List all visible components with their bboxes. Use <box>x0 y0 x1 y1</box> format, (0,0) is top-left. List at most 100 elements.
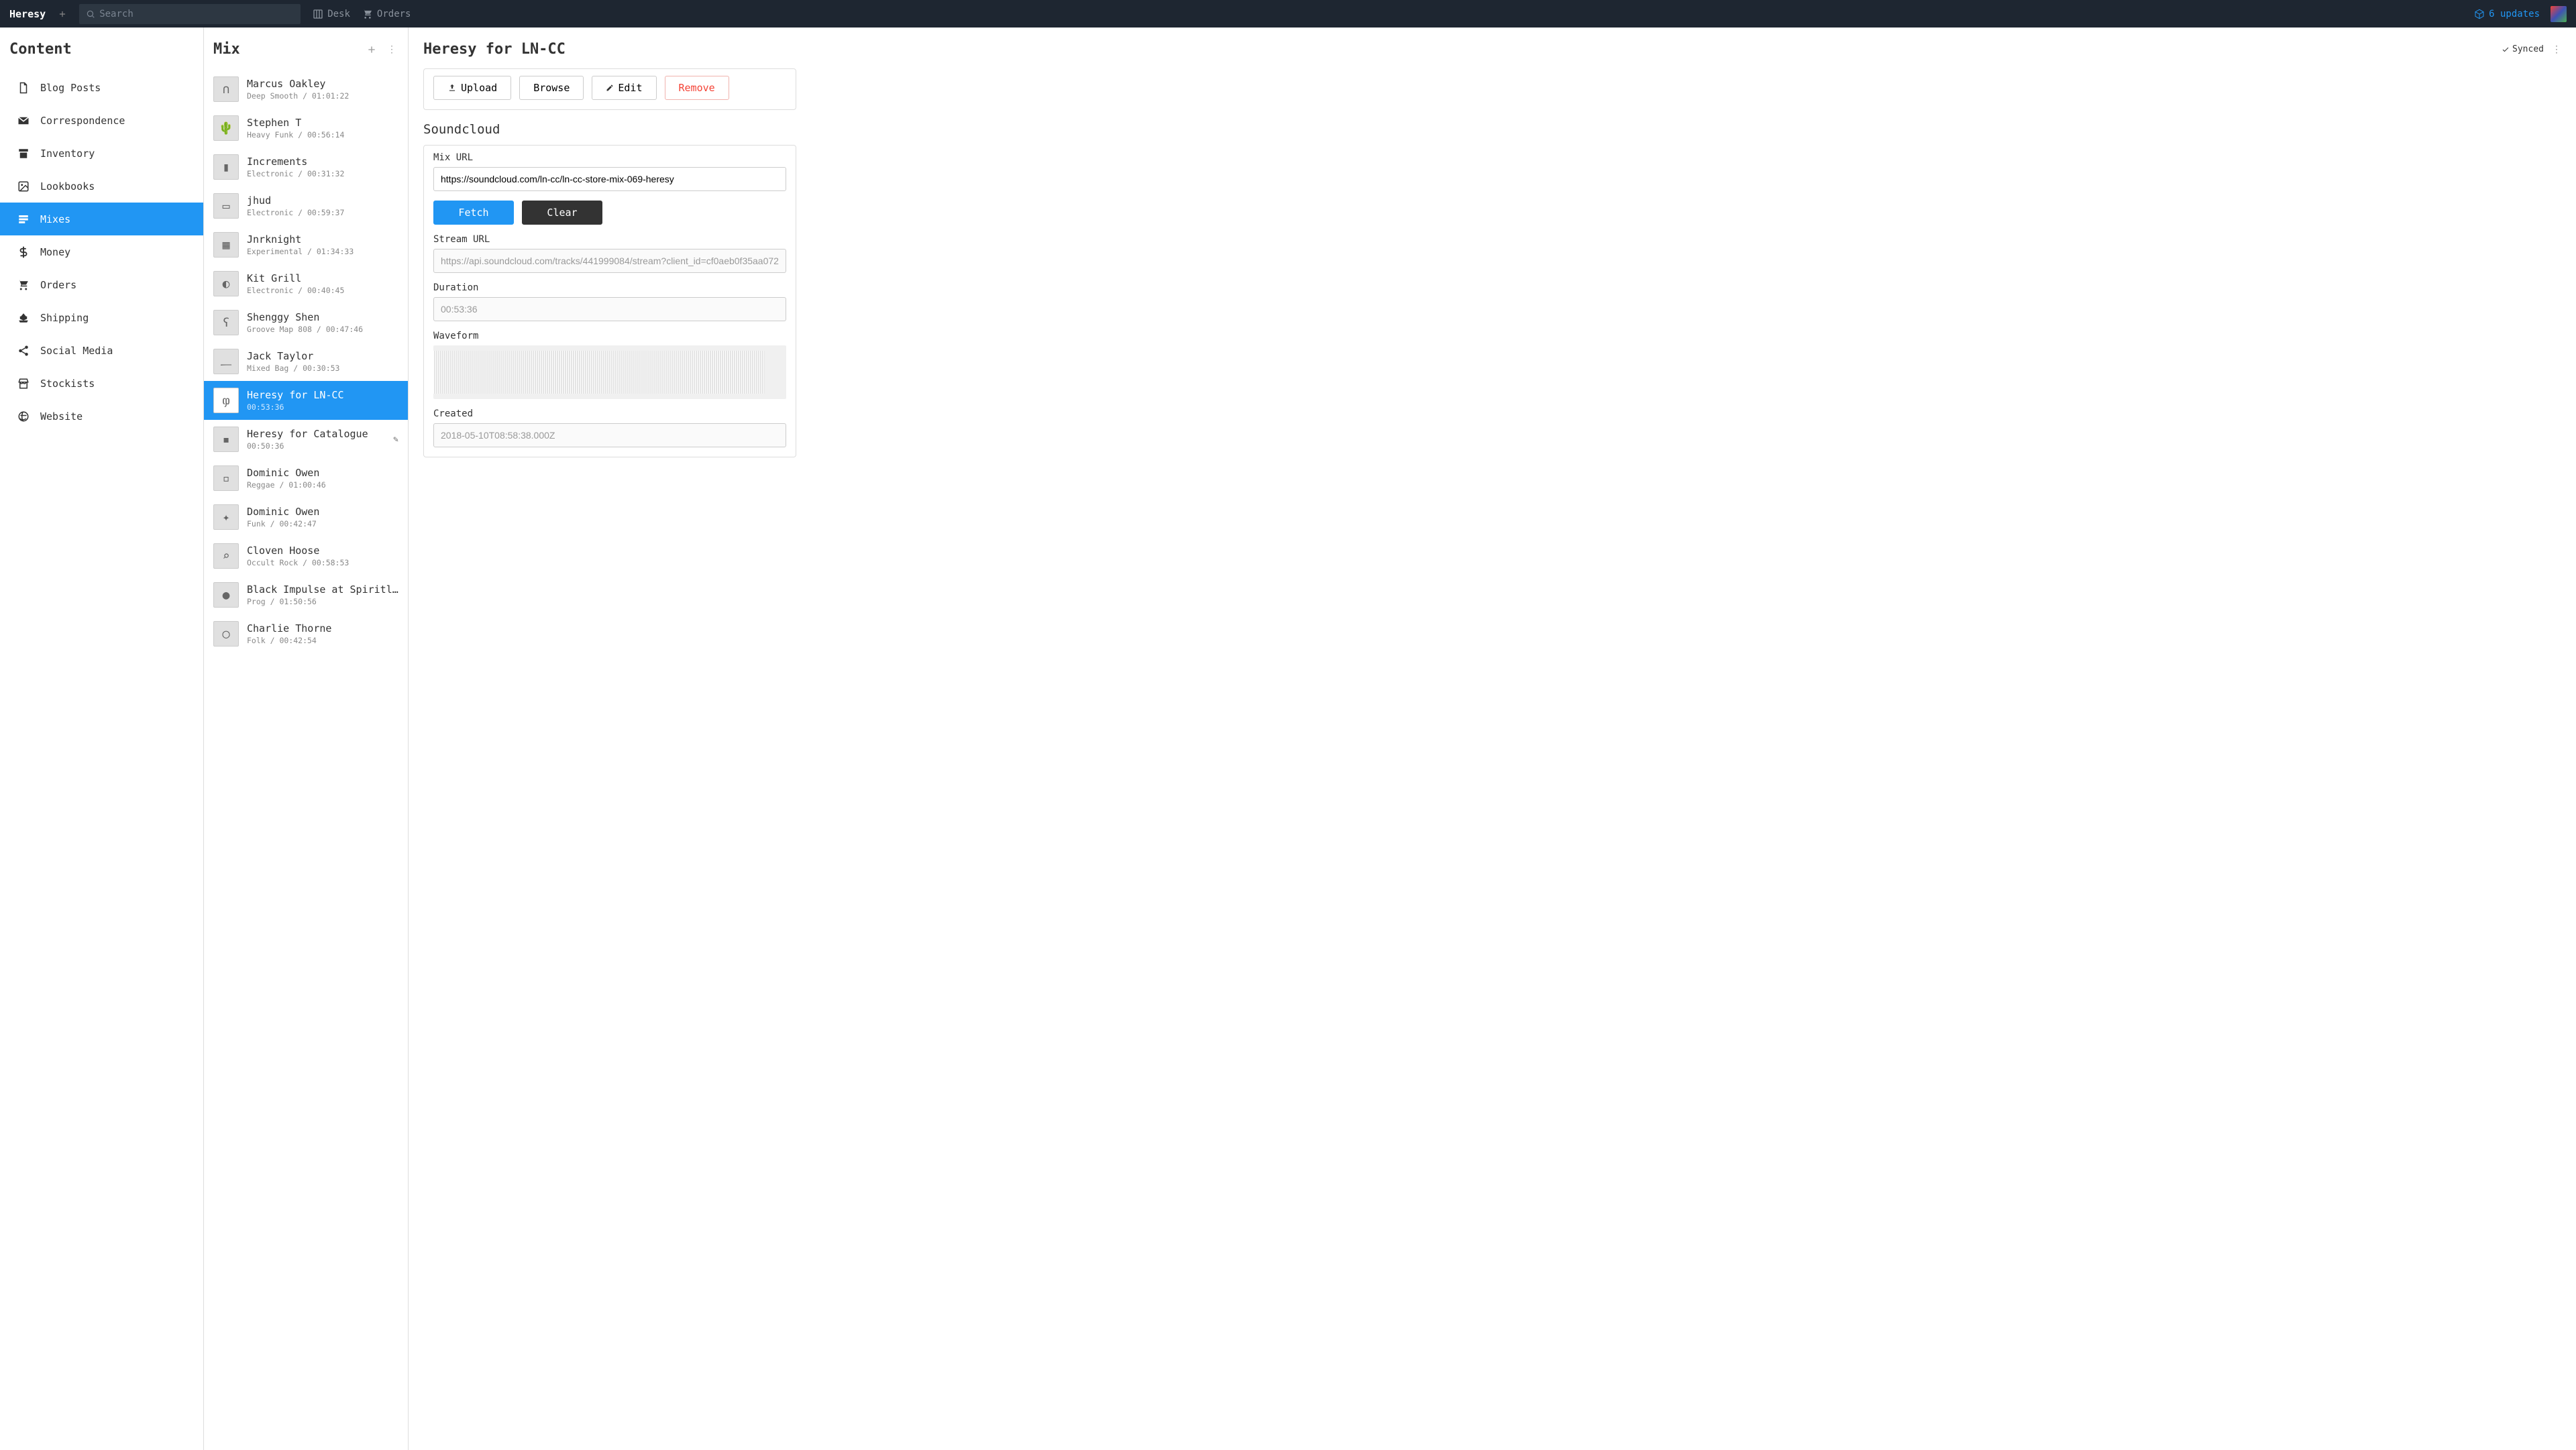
image-icon <box>17 180 30 192</box>
clear-button[interactable]: Clear <box>522 201 602 225</box>
sidebar-item-inventory[interactable]: Inventory <box>0 137 203 170</box>
streamurl-label: Stream URL <box>433 234 786 245</box>
mix-subtitle: Electronic / 00:59:37 <box>247 208 398 217</box>
mix-thumb: ▭ <box>213 193 239 219</box>
mix-subtitle: 00:50:36 <box>247 441 398 451</box>
add-icon[interactable] <box>54 5 71 23</box>
mix-title: Charlie Thorne <box>247 622 398 634</box>
sidebar-item-website[interactable]: Website <box>0 400 203 433</box>
mix-subtitle: Reggae / 01:00:46 <box>247 480 398 490</box>
mix-thumb: ᎗ <box>213 349 239 374</box>
add-mix-icon[interactable] <box>366 44 380 55</box>
soundcloud-section-title: Soundcloud <box>423 122 796 137</box>
mix-item[interactable]: ▭jhudElectronic / 00:59:37 <box>204 186 408 225</box>
created-input <box>433 423 786 447</box>
search-icon <box>86 9 95 19</box>
sidebar-item-label: Lookbooks <box>40 180 95 192</box>
sidebar-item-correspondence[interactable]: Correspondence <box>0 104 203 137</box>
sidebar-item-label: Shipping <box>40 312 89 324</box>
mix-thumb: ▫ <box>213 465 239 491</box>
mix-item[interactable]: ✦Dominic OwenFunk / 00:42:47 <box>204 498 408 537</box>
mix-subtitle: Electronic / 00:31:32 <box>247 169 398 178</box>
sidebar-item-label: Mixes <box>40 213 70 225</box>
mix-thumb: ✦ <box>213 504 239 530</box>
search-box[interactable] <box>79 4 301 24</box>
edit-button[interactable]: Edit <box>592 76 656 100</box>
mix-subtitle: Heavy Funk / 00:56:14 <box>247 130 398 140</box>
detail-menu-icon[interactable]: ⋮ <box>2552 44 2561 55</box>
sidebar-item-shipping[interactable]: Shipping <box>0 301 203 334</box>
mix-item[interactable]: ▪Heresy for Catalogue00:50:36✎ <box>204 420 408 459</box>
duration-input <box>433 297 786 321</box>
search-input[interactable] <box>99 9 294 19</box>
mix-subtitle: Deep Smooth / 01:01:22 <box>247 91 398 101</box>
remove-button[interactable]: Remove <box>665 76 729 100</box>
sidebar-item-social-media[interactable]: Social Media <box>0 334 203 367</box>
sidebar-item-label: Stockists <box>40 378 95 390</box>
mixurl-input[interactable] <box>433 167 786 191</box>
sidebar-title: Content <box>0 41 203 71</box>
mix-thumb: ჶ <box>213 388 239 413</box>
box-icon <box>2474 9 2485 19</box>
nav-orders[interactable]: Orders <box>362 9 411 19</box>
avatar[interactable] <box>2551 6 2567 22</box>
mix-title: Increments <box>247 156 398 168</box>
mix-thumb: ▪ <box>213 427 239 452</box>
sidebar-item-stockists[interactable]: Stockists <box>0 367 203 400</box>
ship-icon <box>17 312 30 324</box>
file-icon <box>17 82 30 94</box>
mix-item[interactable]: ▮ IncrementsElectronic / 00:31:32 <box>204 148 408 186</box>
nav-desk[interactable]: Desk <box>313 9 350 19</box>
mix-item[interactable]: 🌵 Stephen THeavy Funk / 00:56:14 <box>204 109 408 148</box>
browse-button[interactable]: Browse <box>519 76 584 100</box>
mix-title: Shenggy Shen <box>247 311 398 323</box>
mix-item[interactable]: ● Black Impulse at Spiritlan…Prog / 01:50… <box>204 575 408 614</box>
mix-item[interactable]: ◯Charlie ThorneFolk / 00:42:54 <box>204 614 408 653</box>
mix-thumb: ▦ <box>213 232 239 258</box>
updates-link[interactable]: 6 updates <box>2474 9 2540 19</box>
mix-item[interactable]: ⌕Cloven HooseOccult Rock / 00:58:53 <box>204 537 408 575</box>
mix-col-menu-icon[interactable]: ⋮ <box>385 44 398 55</box>
queue-icon <box>17 213 30 225</box>
mix-title: Stephen T <box>247 117 398 129</box>
share-icon <box>17 345 30 357</box>
app-logo[interactable]: Heresy <box>9 8 46 20</box>
mix-subtitle: Groove Map 808 / 00:47:46 <box>247 325 398 334</box>
archive-icon <box>17 148 30 160</box>
upload-button[interactable]: Upload <box>433 76 511 100</box>
duration-label: Duration <box>433 282 786 293</box>
mix-item[interactable]: ჶHeresy for LN-CC00:53:36 <box>204 381 408 420</box>
mix-title: Marcus Oakley <box>247 78 398 90</box>
sidebar-item-label: Inventory <box>40 148 95 160</box>
mix-item[interactable]: ᎗Jack TaylorMixed Bag / 00:30:53 <box>204 342 408 381</box>
sidebar-item-lookbooks[interactable]: Lookbooks <box>0 170 203 203</box>
sidebar-item-orders[interactable]: Orders <box>0 268 203 301</box>
mix-thumb: 🌵 <box>213 115 239 141</box>
waveform-label: Waveform <box>433 331 786 341</box>
mix-item[interactable]: ▫Dominic OwenReggae / 01:00:46 <box>204 459 408 498</box>
sidebar-item-label: Website <box>40 410 83 423</box>
ie-icon <box>17 410 30 423</box>
mix-item[interactable]: ʕShenggy ShenGroove Map 808 / 00:47:46 <box>204 303 408 342</box>
mix-thumb: ∩ <box>213 76 239 102</box>
fetch-button[interactable]: Fetch <box>433 201 514 225</box>
sidebar-item-mixes[interactable]: Mixes <box>0 203 203 235</box>
mix-item[interactable]: ∩ Marcus OakleyDeep Smooth / 01:01:22 <box>204 70 408 109</box>
sidebar-item-blog-posts[interactable]: Blog Posts <box>0 71 203 104</box>
sidebar-item-money[interactable]: Money <box>0 235 203 268</box>
cart-icon <box>17 279 30 291</box>
waveform-display <box>433 345 786 399</box>
mix-subtitle: Folk / 00:42:54 <box>247 636 398 645</box>
mix-subtitle: Prog / 01:50:56 <box>247 597 398 606</box>
sidebar-item-label: Correspondence <box>40 115 125 127</box>
mix-thumb: ▮ <box>213 154 239 180</box>
mix-item[interactable]: ◐Kit GrillElectronic / 00:40:45 <box>204 264 408 303</box>
mix-thumb: ◐ <box>213 271 239 296</box>
mix-item[interactable]: ▦JnrknightExperimental / 01:34:33 <box>204 225 408 264</box>
mix-title: Black Impulse at Spiritlan… <box>247 583 398 596</box>
mix-thumb: ● <box>213 582 239 608</box>
pencil-icon[interactable]: ✎ <box>393 435 398 445</box>
mix-subtitle: 00:53:36 <box>247 402 398 412</box>
mix-title: Dominic Owen <box>247 506 398 518</box>
dashboard-icon <box>313 9 323 19</box>
